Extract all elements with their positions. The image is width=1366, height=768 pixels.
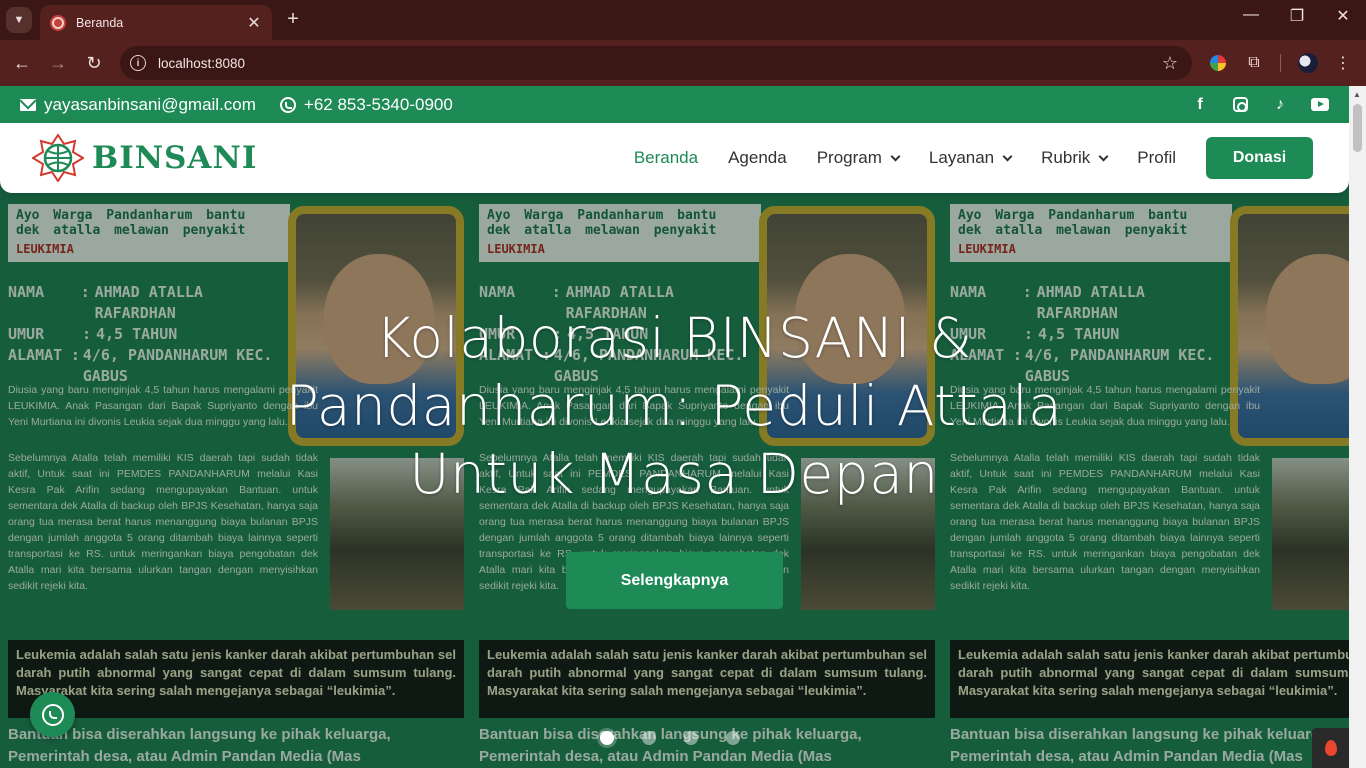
- hero-title: Kolaborasi BINSANI & Pandanharum: Peduli…: [285, 306, 1063, 506]
- envelope-icon: [20, 98, 36, 111]
- binsani-logo-icon[interactable]: [31, 133, 85, 183]
- slider-dot-2[interactable]: [642, 731, 656, 745]
- phone-text[interactable]: +62 853-5340-0900: [304, 95, 453, 115]
- logo-text[interactable]: BINSANI: [92, 140, 257, 176]
- chevron-down-icon: [1098, 151, 1109, 161]
- url-text[interactable]: localhost:8080: [158, 56, 1162, 71]
- chevron-down-icon: [1002, 151, 1013, 161]
- nav-item-layanan[interactable]: Layanan: [929, 148, 1013, 168]
- donate-button[interactable]: Donasi: [1206, 137, 1313, 179]
- extension-colorful-icon[interactable]: [1207, 52, 1229, 74]
- chevron-down-icon: [890, 151, 901, 161]
- extensions-puzzle-icon[interactable]: ⧉: [1243, 52, 1265, 74]
- instagram-icon[interactable]: [1231, 96, 1249, 114]
- facebook-icon[interactable]: f: [1191, 96, 1209, 114]
- nav-menu: Beranda Agenda Program Layanan Rubrik Pr…: [634, 148, 1176, 168]
- whatsapp-icon: [41, 703, 64, 726]
- contact-topbar: yayasanbinsani@gmail.com +62 853-5340-09…: [0, 86, 1349, 123]
- address-bar[interactable]: i localhost:8080 ☆: [120, 46, 1192, 80]
- tab-close-icon[interactable]: ✕: [246, 13, 262, 33]
- scroll-up-arrow-icon[interactable]: ▲: [1353, 90, 1361, 99]
- slider-dot-3[interactable]: [684, 731, 698, 745]
- nav-item-rubrik[interactable]: Rubrik: [1041, 148, 1109, 168]
- flame-icon: [1324, 740, 1337, 756]
- email-text[interactable]: yayasanbinsani@gmail.com: [44, 95, 256, 115]
- youtube-icon[interactable]: [1311, 96, 1329, 114]
- new-tab-button[interactable]: +: [282, 8, 304, 31]
- nav-item-beranda[interactable]: Beranda: [634, 148, 698, 168]
- reload-icon[interactable]: ↻: [82, 51, 106, 75]
- browser-toolbar: ← → ↻ i localhost:8080 ☆ ⧉ ⋮: [0, 40, 1366, 86]
- page-viewport: Ayo Warga Pandanharum bantu dek atalla m…: [0, 86, 1349, 768]
- nav-item-program[interactable]: Program: [817, 148, 901, 168]
- toolbar-separator: [1280, 54, 1281, 72]
- whatsapp-float-button[interactable]: [30, 692, 75, 737]
- browser-tab-strip: ▼ Beranda ✕ + — ❐ ✕: [0, 0, 1366, 40]
- tab-search-menu-button[interactable]: ▼: [6, 7, 32, 33]
- scroll-thumb[interactable]: [1353, 104, 1362, 152]
- profile-avatar-icon[interactable]: [1297, 52, 1319, 74]
- page-scrollbar[interactable]: ▲: [1349, 86, 1366, 768]
- maximize-button[interactable]: ❐: [1274, 6, 1320, 26]
- tiktok-icon[interactable]: ♪: [1271, 96, 1289, 114]
- slider-dot-4[interactable]: [726, 731, 740, 745]
- dev-toolbar-widget[interactable]: [1312, 728, 1349, 768]
- nav-item-agenda[interactable]: Agenda: [728, 148, 787, 168]
- tab-title: Beranda: [76, 15, 124, 30]
- whatsapp-icon: [279, 96, 296, 113]
- back-arrow-icon[interactable]: ←: [10, 51, 34, 75]
- slider-dots: [600, 731, 740, 745]
- browser-tab-active[interactable]: Beranda ✕: [40, 5, 272, 40]
- nav-item-profil[interactable]: Profil: [1137, 148, 1176, 168]
- slider-dot-1[interactable]: [600, 731, 614, 745]
- close-window-button[interactable]: ✕: [1320, 6, 1366, 26]
- browser-menu-icon[interactable]: ⋮: [1332, 52, 1354, 74]
- forward-arrow-icon[interactable]: →: [46, 51, 70, 75]
- social-links: f ♪: [1191, 96, 1329, 114]
- read-more-button[interactable]: Selengkapnya: [566, 552, 783, 609]
- minimize-button[interactable]: —: [1228, 6, 1274, 24]
- site-info-icon[interactable]: i: [130, 55, 146, 71]
- phone-contact[interactable]: +62 853-5340-0900: [279, 95, 453, 115]
- site-favicon-icon: [50, 14, 66, 31]
- bookmark-star-icon[interactable]: ☆: [1162, 53, 1178, 74]
- main-navbar: BINSANI Beranda Agenda Program Layanan R…: [0, 123, 1349, 193]
- email-contact[interactable]: yayasanbinsani@gmail.com: [20, 95, 256, 115]
